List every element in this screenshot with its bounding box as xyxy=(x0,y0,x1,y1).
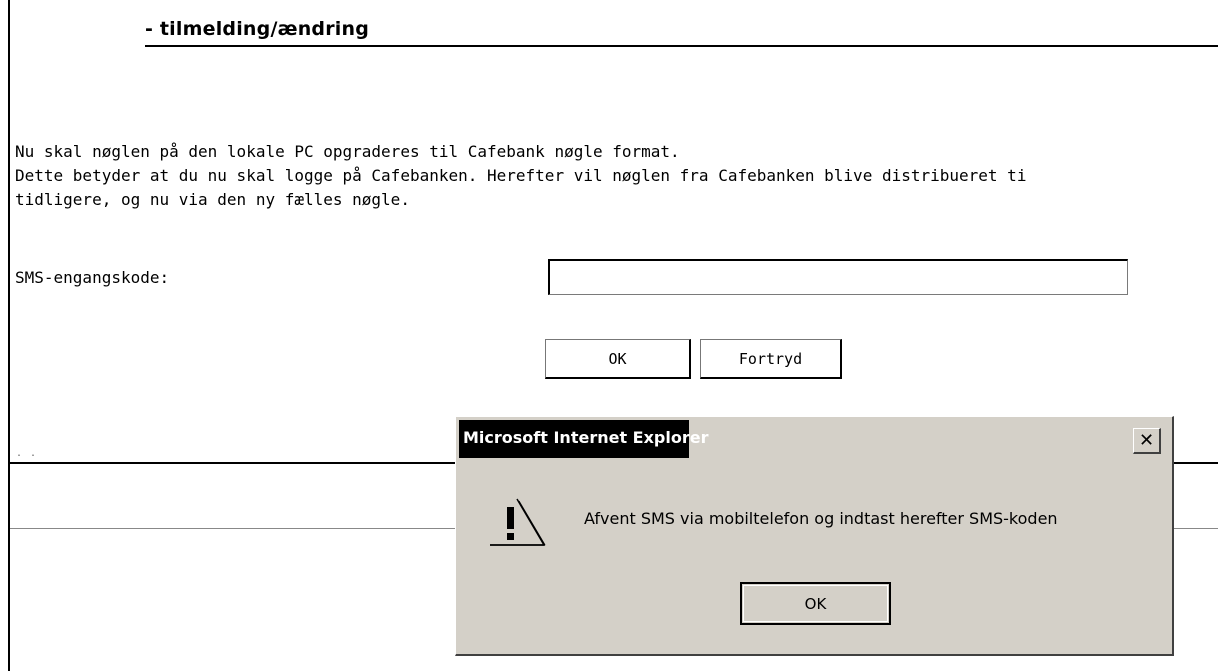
info-line-3: tidligere, og nu via den ny fælles nøgle… xyxy=(15,190,410,209)
ok-button[interactable]: OK xyxy=(545,339,691,379)
dialog-ok-button[interactable]: OK xyxy=(740,582,891,625)
warning-icon xyxy=(490,498,546,546)
cancel-button[interactable]: Fortryd xyxy=(700,339,842,379)
info-line-1: Nu skal nøglen på den lokale PC opgrader… xyxy=(15,142,680,161)
footer-dots: . . xyxy=(16,448,38,459)
dialog-title: Microsoft Internet Explorer xyxy=(463,428,709,447)
page-title: - tilmelding/ændring xyxy=(145,18,370,40)
sms-code-label: SMS-engangskode: xyxy=(15,268,170,287)
alert-dialog: Microsoft Internet Explorer ✕ Afvent SMS… xyxy=(455,416,1174,656)
info-text: Nu skal nøglen på den lokale PC opgrader… xyxy=(15,140,1026,212)
title-underline xyxy=(145,45,1218,47)
info-line-2: Dette betyder at du nu skal logge på Caf… xyxy=(15,166,1027,185)
left-border xyxy=(8,0,10,671)
dialog-message: Afvent SMS via mobiltelefon og indtast h… xyxy=(584,509,1058,528)
close-icon[interactable]: ✕ xyxy=(1133,428,1161,454)
sms-code-input[interactable] xyxy=(548,259,1128,295)
